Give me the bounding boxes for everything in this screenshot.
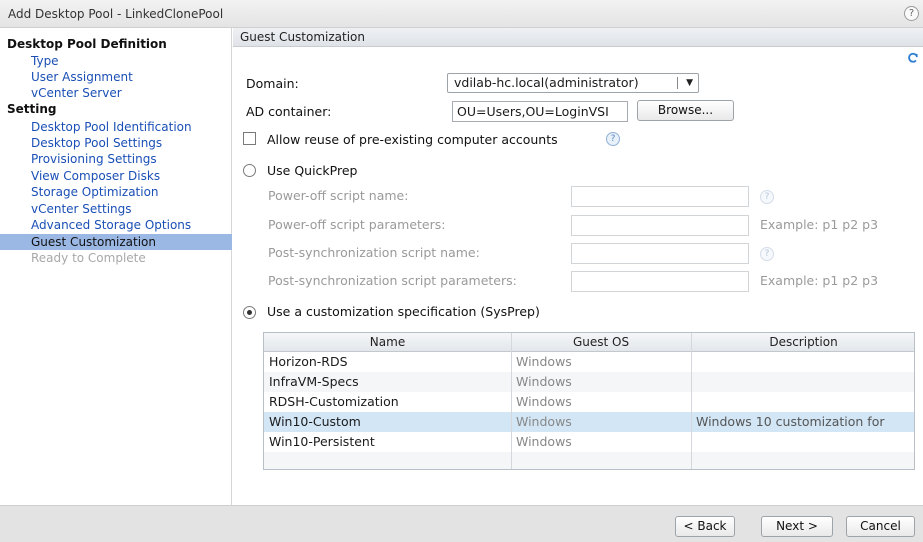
sidebar-item-desktop-pool-settings[interactable]: Desktop Pool Settings: [0, 135, 232, 151]
poweroff-script-name-input: [571, 186, 749, 207]
wizard-footer: < Back Next > Cancel: [0, 505, 923, 542]
postsync-script-name-label: Post-synchronization script name:: [268, 245, 480, 260]
poweroff-script-name-label: Power-off script name:: [268, 188, 409, 203]
customization-spec-table: Name Guest OS Description Horizon-RDS Wi…: [263, 332, 915, 470]
poweroff-params-hint: Example: p1 p2 p3: [760, 217, 879, 232]
sidebar-item-guest-customization[interactable]: Guest Customization: [0, 234, 232, 250]
quickprep-label: Use QuickPrep: [267, 163, 358, 178]
next-button[interactable]: Next >: [761, 516, 833, 537]
sidebar-item-storage-optimization[interactable]: Storage Optimization: [0, 184, 232, 200]
postsync-params-hint: Example: p1 p2 p3: [760, 273, 879, 288]
cancel-button[interactable]: Cancel: [846, 516, 915, 537]
chevron-down-icon[interactable]: ▼: [686, 74, 693, 92]
postsync-script-name-input: [571, 243, 749, 264]
reuse-accounts-label: Allow reuse of pre-existing computer acc…: [267, 132, 558, 147]
cell-name: Win10-Persistent: [269, 434, 375, 449]
cell-description: [691, 352, 914, 372]
sidebar-item-vcenter-server[interactable]: vCenter Server: [0, 85, 232, 101]
page-title: Guest Customization: [233, 28, 923, 47]
window-title: Add Desktop Pool - LinkedClonePool: [8, 7, 224, 21]
cell-guest-os: Windows: [516, 374, 572, 389]
sidebar-item-provisioning-settings[interactable]: Provisioning Settings: [0, 151, 232, 167]
sidebar-item-vcenter-settings[interactable]: vCenter Settings: [0, 201, 232, 217]
sysprep-label: Use a customization specification (SysPr…: [267, 304, 540, 319]
combo-separator: [677, 77, 678, 89]
cell-guest-os: Windows: [516, 354, 572, 369]
cell-guest-os: Windows: [516, 434, 572, 449]
sidebar-item-desktop-pool-identification[interactable]: Desktop Pool Identification: [0, 119, 232, 135]
table-row-selected[interactable]: Win10-Custom Windows Windows 10 customiz…: [264, 412, 914, 432]
poweroff-script-params-label: Power-off script parameters:: [268, 217, 446, 232]
cell-description: [691, 392, 914, 412]
column-header-guest-os[interactable]: Guest OS: [511, 333, 691, 352]
domain-select[interactable]: vdilab-hc.local(administrator) ▼: [447, 73, 699, 93]
cell-name: Horizon-RDS: [269, 354, 348, 369]
sidebar-item-type[interactable]: Type: [0, 53, 232, 69]
section-desktop-pool-definition: Desktop Pool Definition: [7, 37, 167, 51]
browse-button[interactable]: Browse...: [637, 100, 734, 121]
cell-guest-os: Windows: [516, 414, 572, 429]
wizard-sidebar: Desktop Pool Definition Type User Assign…: [0, 28, 232, 505]
refresh-icon[interactable]: [907, 52, 919, 64]
sysprep-radio[interactable]: [243, 306, 256, 319]
title-bar: Add Desktop Pool - LinkedClonePool ?: [0, 0, 923, 28]
section-setting: Setting: [7, 102, 57, 116]
ad-container-label: AD container:: [246, 104, 332, 119]
table-row[interactable]: Win10-Persistent Windows: [264, 432, 914, 452]
sidebar-item-view-composer-disks[interactable]: View Composer Disks: [0, 168, 232, 184]
sidebar-item-advanced-storage-options[interactable]: Advanced Storage Options: [0, 217, 232, 233]
column-divider: [511, 333, 512, 469]
table-row[interactable]: InfraVM-Specs Windows: [264, 372, 914, 392]
cell-guest-os: Windows: [516, 394, 572, 409]
cell-name: Win10-Custom: [269, 414, 361, 429]
cell-description: [691, 372, 914, 392]
cell-description: [691, 432, 914, 452]
sidebar-item-ready-to-complete: Ready to Complete: [31, 251, 146, 265]
cell-description: Windows 10 customization for: [696, 414, 885, 429]
poweroff-script-params-input: [571, 215, 749, 236]
table-row-empty: [264, 452, 914, 469]
ad-container-input[interactable]: OU=Users,OU=LoginVSI: [452, 101, 628, 122]
table-header: Name Guest OS Description: [264, 333, 914, 352]
help-icon: ?: [760, 190, 774, 204]
cell-name: InfraVM-Specs: [269, 374, 359, 389]
sidebar-item-user-assignment[interactable]: User Assignment: [0, 69, 232, 85]
cell-name: RDSH-Customization: [269, 394, 399, 409]
main-content: Guest Customization Domain: vdilab-hc.lo…: [233, 28, 923, 505]
postsync-script-params-input: [571, 271, 749, 292]
help-icon: ?: [760, 247, 774, 261]
help-icon[interactable]: ?: [904, 6, 919, 21]
table-row[interactable]: Horizon-RDS Windows: [264, 352, 914, 372]
postsync-script-params-label: Post-synchronization script parameters:: [268, 273, 517, 288]
reuse-accounts-checkbox[interactable]: [243, 132, 256, 145]
back-button[interactable]: < Back: [675, 516, 735, 537]
column-divider: [691, 333, 692, 469]
column-header-name[interactable]: Name: [264, 333, 511, 352]
domain-value: vdilab-hc.local(administrator): [454, 75, 639, 90]
table-row[interactable]: RDSH-Customization Windows: [264, 392, 914, 412]
domain-label: Domain:: [246, 76, 299, 91]
help-icon[interactable]: ?: [606, 132, 620, 146]
column-header-description[interactable]: Description: [691, 333, 914, 352]
quickprep-radio[interactable]: [243, 164, 256, 177]
